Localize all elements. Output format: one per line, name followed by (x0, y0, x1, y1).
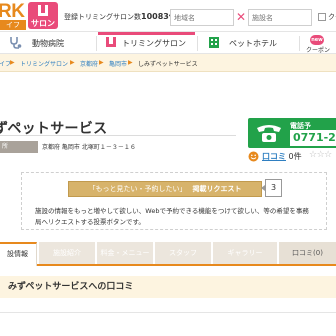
nav-item-trimming-salon[interactable]: トリミングサロン (98, 32, 195, 54)
tab-staff[interactable]: スタッフ (155, 242, 211, 264)
star-rating: ☆☆☆ (309, 150, 332, 160)
request-button-quote: 「もっと見たい・予約したい」 (88, 185, 187, 193)
nav-item-animal-hospital[interactable]: 動物病院 (0, 32, 94, 54)
section-divider (0, 312, 336, 313)
breadcrumb-arrow-icon: ▶ (99, 59, 104, 66)
scissors-icon (106, 37, 116, 47)
smile-face-icon (248, 151, 259, 162)
stethoscope-icon (10, 37, 22, 49)
coupon-checkbox[interactable] (318, 13, 326, 21)
request-description: 施設の情報をもっと増やして欲しい、Webで予約できる機能をつけて欲しい、等の希望… (35, 207, 309, 226)
region-search-input[interactable] (170, 9, 234, 26)
breadcrumb-current: しみずペットサービス (138, 61, 198, 68)
cross-icon: ✕ (236, 10, 247, 24)
nav-label-pet-hotel: ペットホテル (229, 39, 277, 48)
nav-label-trimming-salon: トリミングサロン (122, 39, 186, 48)
breadcrumb-city[interactable]: 亀岡市 (109, 59, 127, 68)
salon-category-badge[interactable]: サロン (28, 2, 58, 29)
registered-salon-count: 登録トリミングサロン数10083件 (64, 11, 177, 22)
phone-icon (257, 125, 281, 142)
hotel-building-icon (209, 37, 219, 48)
nav-label-animal-hospital: 動物病院 (32, 39, 64, 48)
site-logo-sub: イフ (0, 20, 26, 30)
count-label-text: 登録トリミングサロン数 (64, 13, 141, 21)
tab-basic-info[interactable]: 設情報 (0, 242, 37, 266)
request-count: 3 (265, 179, 282, 197)
breadcrumb-arrow-icon: ▶ (70, 59, 75, 66)
title-divider (0, 135, 236, 136)
reviews-section-title: みずペットサービスへの口コミ (0, 276, 336, 298)
review-summary: 口コミ 0件 (262, 151, 302, 162)
breadcrumb-trimming-salon[interactable]: トリミングサロン (20, 59, 68, 68)
nav-item-pet-hotel[interactable]: ペットホテル (199, 32, 297, 54)
new-badge: new (310, 35, 324, 45)
request-button-action: 掲載リクエスト (192, 185, 242, 193)
breadcrumb-arrow-icon: ▶ (10, 59, 15, 66)
tab-reviews[interactable]: 口コミ(0) (279, 242, 336, 264)
facility-search-input[interactable] (248, 9, 312, 26)
nav-divider (299, 36, 300, 51)
breadcrumb-prefecture[interactable]: 京都府 (80, 59, 98, 68)
tab-gallery[interactable]: ギャラリー (213, 242, 277, 264)
nav-divider (96, 36, 97, 51)
address-tag: 所 (0, 141, 38, 153)
shop-address: 京都府 亀岡市 北塚町１－３－１６ (42, 144, 136, 151)
nav-divider (197, 36, 198, 51)
nav-item-coupon[interactable]: クーポン (306, 45, 330, 54)
listing-request-button[interactable]: 「もっと見たい・予約したい」 掲載リクエスト (68, 181, 262, 197)
tab-facility-intro[interactable]: 施設紹介 (39, 242, 95, 264)
review-count: 0件 (288, 152, 302, 161)
salon-icon (38, 5, 48, 16)
breadcrumb-arrow-icon: ▶ (128, 59, 133, 66)
tab-price-menu[interactable]: 料金・メニュー (97, 242, 153, 264)
site-header: RK イフ サロン 登録トリミングサロン数10083件 ✕ クー (0, 0, 336, 31)
category-nav: 動物病院 トリミングサロン ペットホテル new クーポン (0, 31, 336, 54)
phone-reservation-box[interactable]: 電話予 0771-23 (248, 118, 336, 148)
review-link[interactable]: 口コミ (262, 152, 286, 161)
listing-request-box: 「もっと見たい・予約したい」 掲載リクエスト 3 施設の情報をもっと増やして欲しい… (21, 172, 327, 230)
salon-badge-label: サロン (31, 19, 55, 28)
breadcrumb: イフ ▶ トリミングサロン ▶ 京都府 ▶ 亀岡市 ▶ しみずペットサービス (0, 54, 336, 72)
content-tabs: 設情報 施設紹介 料金・メニュー スタッフ ギャラリー 口コミ(0) (0, 242, 336, 266)
coupon-checkbox-label: クー (328, 13, 336, 21)
phone-number[interactable]: 0771-23 (290, 130, 336, 146)
